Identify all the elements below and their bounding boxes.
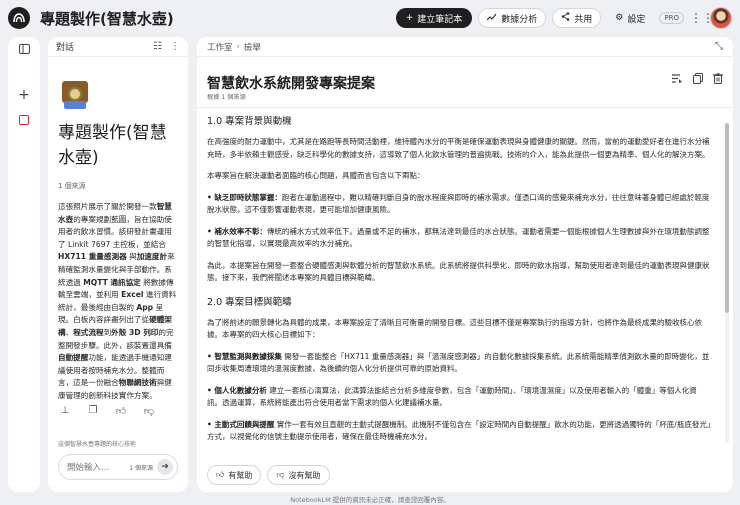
- section-paragraph: • 補水效率不彰：傳統的補水方式效率低下。過量或不足的補水，都無法達到最佳的水合…: [207, 226, 710, 249]
- section-heading: 2.0 專案目標與範疇: [207, 296, 292, 308]
- note-title: 智慧飲水系統開發專案提案: [207, 76, 375, 92]
- collapse-panel-icon[interactable]: ⤡: [715, 41, 723, 52]
- breadcrumb-report: 檢舉: [243, 42, 261, 53]
- studio-breadcrumb: 工作室 › 檢舉 ⤡: [197, 37, 733, 57]
- settings-button[interactable]: ⚙ 設定: [607, 8, 653, 28]
- thumb-up-icon: 👍︎: [216, 470, 225, 479]
- section-paragraph: • 缺乏即時狀態掌握：跑者在運動過程中，難以精確判斷自身的脫水程度與即時的補水需…: [207, 192, 710, 215]
- apps-grid-icon[interactable]: ⋮⋮⋮: [690, 11, 726, 25]
- feedback-row: 👍︎ 有幫助 👎︎ 沒有幫助: [207, 465, 330, 485]
- notebook-heading: 專題製作(智慧水壺): [58, 123, 167, 168]
- scrollbar[interactable]: [725, 123, 729, 443]
- thumb-up-icon[interactable]: 👍︎: [114, 405, 128, 417]
- summary-actions: ⊥ ❐ 👍︎ 👎︎: [58, 405, 156, 417]
- studio-panel: 工作室 › 檢舉 ⤡ 智慧飲水系統開發專案提案 根據 1 個來源 1.0 專案背…: [197, 37, 733, 492]
- trash-icon[interactable]: [713, 73, 723, 87]
- chat-input-placeholder: 開始輸入...: [67, 463, 110, 473]
- tune-icon[interactable]: ☷: [153, 41, 162, 52]
- section-paragraph: 在高強度的耐力運動中，尤其是在路跑等長時間活動裡，維持體內水分的平衡是確保運動表…: [207, 137, 710, 159]
- thumb-down-icon[interactable]: 👎︎: [142, 405, 156, 417]
- avatar[interactable]: [710, 7, 732, 29]
- disclaimer-footer: NotebookLM 提供的資訊未必正確，請查證回覆內容。: [290, 496, 450, 504]
- source-pdf-icon[interactable]: [19, 115, 29, 125]
- scrollbar-thumb[interactable]: [725, 123, 729, 313]
- gear-icon: ⚙: [615, 13, 624, 23]
- notebook-title[interactable]: 專題製作(智慧水壺): [40, 8, 174, 29]
- section-heading: 1.0 專案背景與動機: [207, 116, 292, 127]
- share-label: 共用: [574, 14, 593, 25]
- chat-input[interactable]: 開始輸入... 1 個來源 ➜: [58, 454, 178, 480]
- analytics-icon: [486, 13, 497, 24]
- notebook-emoji-icon: [62, 81, 88, 111]
- more-vert-icon[interactable]: ⋮: [170, 41, 180, 52]
- chat-panel-title: 對話: [56, 43, 75, 53]
- copy-icon[interactable]: [693, 73, 703, 87]
- source-count: 1 個來源: [58, 182, 86, 190]
- section-paragraph: 為了將前述的願景轉化為具體的成果，本專案設定了清晰且可衡量的開發目標。這些目標不…: [207, 317, 702, 340]
- notebook-summary: 這張照片展示了關於開發一款智慧水壺的專案規劃藍圖，旨在協助使用者的飲水習慣。該研…: [58, 202, 177, 400]
- section-paragraph: • 智慧監測與數據採集 開發一套能整合「HX711 重量感測器」與「溫濕度感測器…: [207, 351, 710, 374]
- suggested-question[interactable]: 這個智慧水壺專題的核心技術: [58, 439, 180, 447]
- plus-icon: +: [405, 13, 414, 23]
- divider: [197, 107, 733, 108]
- share-button[interactable]: 共用: [552, 8, 602, 28]
- breadcrumb-studio[interactable]: 工作室: [207, 41, 233, 53]
- chat-panel-header: 對話 ☷ ⋮: [48, 37, 188, 57]
- create-notebook-button[interactable]: + 建立筆記本: [395, 8, 473, 28]
- notebooklm-logo-icon[interactable]: [8, 7, 30, 29]
- chevron-right-icon: ›: [236, 41, 240, 52]
- chat-panel: 對話 ☷ ⋮ 專題製作(智慧水壺) 1 個來源 這張照片展示了關於開發一款智慧水…: [48, 37, 188, 492]
- not-helpful-button[interactable]: 👎︎ 沒有幫助: [267, 465, 330, 485]
- create-notebook-label: 建立筆記本: [417, 14, 463, 25]
- note-body: 1.0 專案背景與動機在高強度的耐力運動中，尤其是在路跑等長時間活動裡，維持體內…: [207, 113, 711, 451]
- thumb-down-icon: 👎︎: [276, 470, 285, 479]
- pro-badge: PRO: [659, 12, 684, 24]
- share-icon: [561, 12, 570, 24]
- chat-source-count: 1 個來源: [129, 464, 153, 472]
- analytics-button[interactable]: 數據分析: [478, 8, 547, 28]
- helpful-button[interactable]: 👍︎ 有幫助: [207, 465, 262, 485]
- section-paragraph: • 主動式回饋與提醒 實作一套有效且直觀的主動式提醒機制。此機制不僅包含在「設定…: [207, 419, 711, 442]
- not-helpful-label: 沒有幫助: [288, 470, 321, 480]
- left-rail: +: [8, 37, 40, 492]
- section-paragraph: • 個人化數據分析 建立一套核心演算法，此演算法能結合分析多維度參數，包含「運動…: [207, 385, 697, 408]
- copy-icon[interactable]: ❐: [86, 405, 100, 417]
- convert-to-source-icon[interactable]: [671, 73, 683, 87]
- helpful-label: 有幫助: [228, 470, 253, 480]
- pin-icon[interactable]: ⊥: [58, 405, 72, 417]
- section-paragraph: 為此，本提案旨在開發一套整合硬體感測與軟體分析的智慧飲水系統。此系統將提供科學化…: [207, 260, 710, 283]
- section-paragraph: 本專案旨在解決運動者面臨的核心問題，具體而言包含以下兩點：: [207, 171, 425, 180]
- toggle-sidebar-icon[interactable]: [16, 43, 32, 57]
- analytics-label: 數據分析: [501, 14, 538, 25]
- top-bar: 專題製作(智慧水壺) + 建立筆記本 數據分析 共用 ⚙ 設定 PRO ⋮⋮⋮: [0, 0, 740, 36]
- settings-label: 設定: [627, 14, 646, 25]
- add-source-icon[interactable]: +: [16, 87, 32, 103]
- send-arrow-icon[interactable]: ➜: [157, 459, 173, 475]
- note-source-info: 根據 1 個來源: [207, 94, 246, 101]
